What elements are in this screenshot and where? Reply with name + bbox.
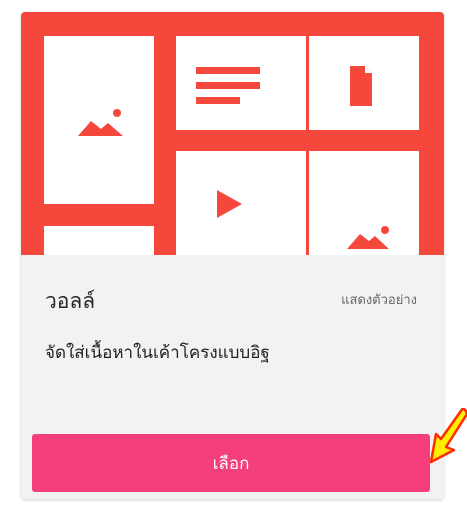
arrow-pointer-icon (430, 408, 467, 464)
select-button[interactable]: เลือก (32, 434, 430, 492)
preview-link[interactable]: แสดงตัวอย่าง (341, 291, 417, 311)
wall-layout-thumbnail[interactable] (21, 12, 444, 255)
tile-image-large (44, 36, 154, 204)
tile-video (176, 151, 306, 255)
document-icon (350, 66, 372, 106)
card-title: วอลล์ (45, 289, 96, 313)
tile-partial (44, 226, 154, 255)
card-description: จัดใส่เนื้อหาในเค้าโครงแบบอิฐ (45, 343, 270, 363)
template-card-wall[interactable]: วอลล์ แสดงตัวอย่าง จัดใส่เนื้อหาในเค้าโค… (21, 12, 444, 499)
thumbnail-image (21, 12, 444, 255)
template-picker: วอลล์ แสดงตัวอย่าง จัดใส่เนื้อหาในเค้าโค… (0, 0, 467, 524)
